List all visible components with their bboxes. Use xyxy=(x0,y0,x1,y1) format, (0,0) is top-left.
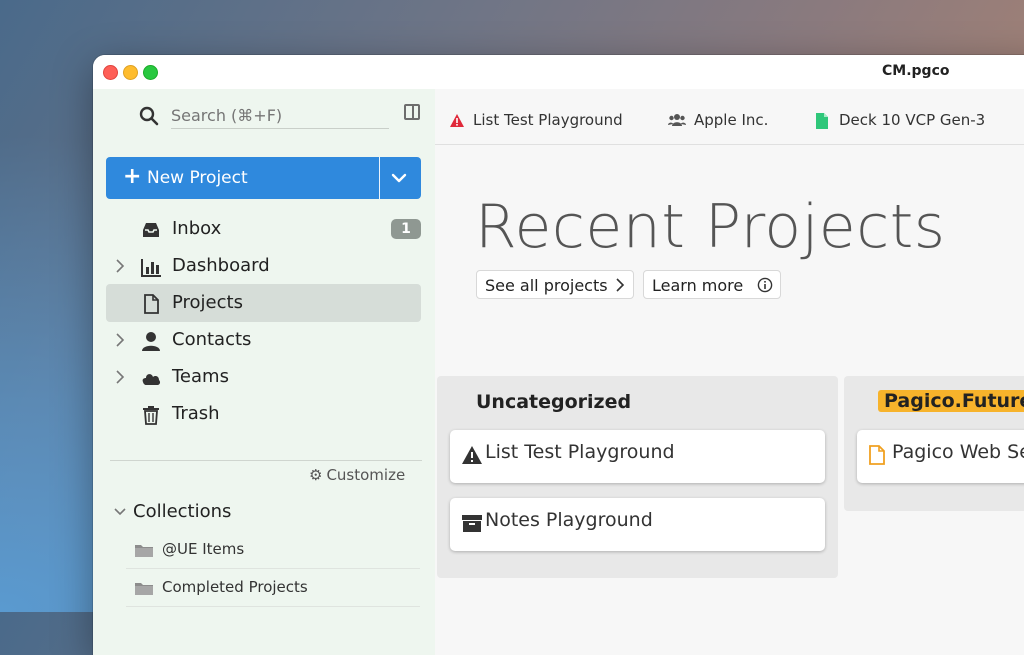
main-content: List Test Playground Apple Inc. Deck 10 … xyxy=(435,89,1024,655)
chevron-right-icon xyxy=(616,278,625,292)
sidebar-item-label: Projects xyxy=(172,292,243,313)
sidebar-item-contacts[interactable]: Contacts xyxy=(106,321,421,359)
app-window: CM.pgco + New Project Inbox 1 xyxy=(93,55,1024,655)
close-window-button[interactable] xyxy=(103,65,118,80)
column-title: Pagico.Future xyxy=(878,390,1024,412)
project-card-label: Pagico Web Se xyxy=(892,441,1024,463)
chevron-down-icon[interactable] xyxy=(390,167,408,189)
sidebar-toggle-icon[interactable] xyxy=(404,104,420,120)
document-icon xyxy=(144,294,159,314)
project-card-label: List Test Playground xyxy=(485,441,675,463)
project-column-uncategorized: Uncategorized List Test Playground Notes… xyxy=(437,376,838,578)
project-card[interactable]: Pagico Web Se xyxy=(857,430,1024,483)
cloud-icon xyxy=(142,374,161,385)
folder-icon xyxy=(135,545,153,557)
project-card[interactable]: List Test Playground xyxy=(450,430,825,483)
learn-more-button[interactable]: Learn more xyxy=(643,270,781,299)
chevron-down-icon[interactable] xyxy=(113,507,127,517)
tab-label: Apple Inc. xyxy=(694,111,769,129)
inbox-count-badge: 1 xyxy=(391,219,421,239)
tab-label: Deck 10 VCP Gen-3 xyxy=(839,111,986,129)
project-column-pagico-future: Pagico.Future Pagico Web Se xyxy=(844,376,1024,511)
document-icon xyxy=(869,445,885,465)
search-icon xyxy=(139,106,159,126)
bar-chart-icon xyxy=(141,259,161,277)
sidebar-item-label: Teams xyxy=(172,366,229,387)
new-project-button[interactable]: + New Project xyxy=(106,157,421,199)
sidebar: + New Project Inbox 1 xyxy=(93,89,435,655)
sidebar-item-label: Inbox xyxy=(172,218,222,239)
inbox-icon xyxy=(143,223,159,237)
collections-label: Collections xyxy=(133,501,232,522)
sidebar-item-teams[interactable]: Teams xyxy=(106,358,421,396)
folder-icon xyxy=(135,583,153,595)
archive-box-icon xyxy=(462,515,482,532)
chevron-right-icon[interactable] xyxy=(115,332,125,348)
customize-label: Customize xyxy=(326,466,406,484)
see-all-label: See all projects xyxy=(485,276,608,295)
tab-label: List Test Playground xyxy=(473,111,623,129)
collection-label: @UE Items xyxy=(162,540,245,558)
column-tag: Pagico.Future xyxy=(878,390,1024,412)
sidebar-item-label: Trash xyxy=(172,403,220,424)
window-title: CM.pgco xyxy=(882,63,950,79)
sidebar-item-label: Dashboard xyxy=(172,255,270,276)
search-input[interactable] xyxy=(171,102,389,129)
warning-icon xyxy=(450,114,464,127)
project-card-label: Notes Playground xyxy=(485,509,653,531)
new-project-label: New Project xyxy=(147,168,248,188)
title-bar: CM.pgco xyxy=(93,55,1024,89)
gear-icon: ⚙ xyxy=(309,466,323,484)
sidebar-divider xyxy=(110,460,422,461)
sidebar-item-label: Contacts xyxy=(172,329,252,350)
trash-icon xyxy=(143,406,159,425)
project-card[interactable]: Notes Playground xyxy=(450,498,825,551)
sidebar-item-inbox[interactable]: Inbox 1 xyxy=(106,210,421,248)
info-icon xyxy=(757,277,773,293)
chevron-right-icon[interactable] xyxy=(115,258,125,274)
warning-icon xyxy=(462,446,482,464)
tab-bar: List Test Playground Apple Inc. Deck 10 … xyxy=(435,89,1024,145)
column-title: Uncategorized xyxy=(476,391,632,413)
customize-button[interactable]: ⚙ Customize xyxy=(309,466,405,484)
button-divider xyxy=(379,157,380,199)
sidebar-item-trash[interactable]: Trash xyxy=(106,395,421,433)
sidebar-item-dashboard[interactable]: Dashboard xyxy=(106,247,421,285)
sidebar-item-projects[interactable]: Projects xyxy=(106,284,421,322)
learn-more-label: Learn more xyxy=(652,276,744,295)
document-icon xyxy=(816,113,828,129)
zoom-window-button[interactable] xyxy=(143,65,158,80)
chevron-right-icon[interactable] xyxy=(115,369,125,385)
people-icon xyxy=(668,114,686,126)
collection-label: Completed Projects xyxy=(162,578,308,596)
minimize-window-button[interactable] xyxy=(123,65,138,80)
collection-item[interactable]: Completed Projects xyxy=(126,569,420,607)
person-icon xyxy=(142,332,160,351)
collection-item[interactable]: @UE Items xyxy=(126,531,420,569)
see-all-projects-button[interactable]: See all projects xyxy=(476,270,634,299)
plus-icon: + xyxy=(123,164,142,189)
page-title: Recent Projects xyxy=(475,192,946,262)
